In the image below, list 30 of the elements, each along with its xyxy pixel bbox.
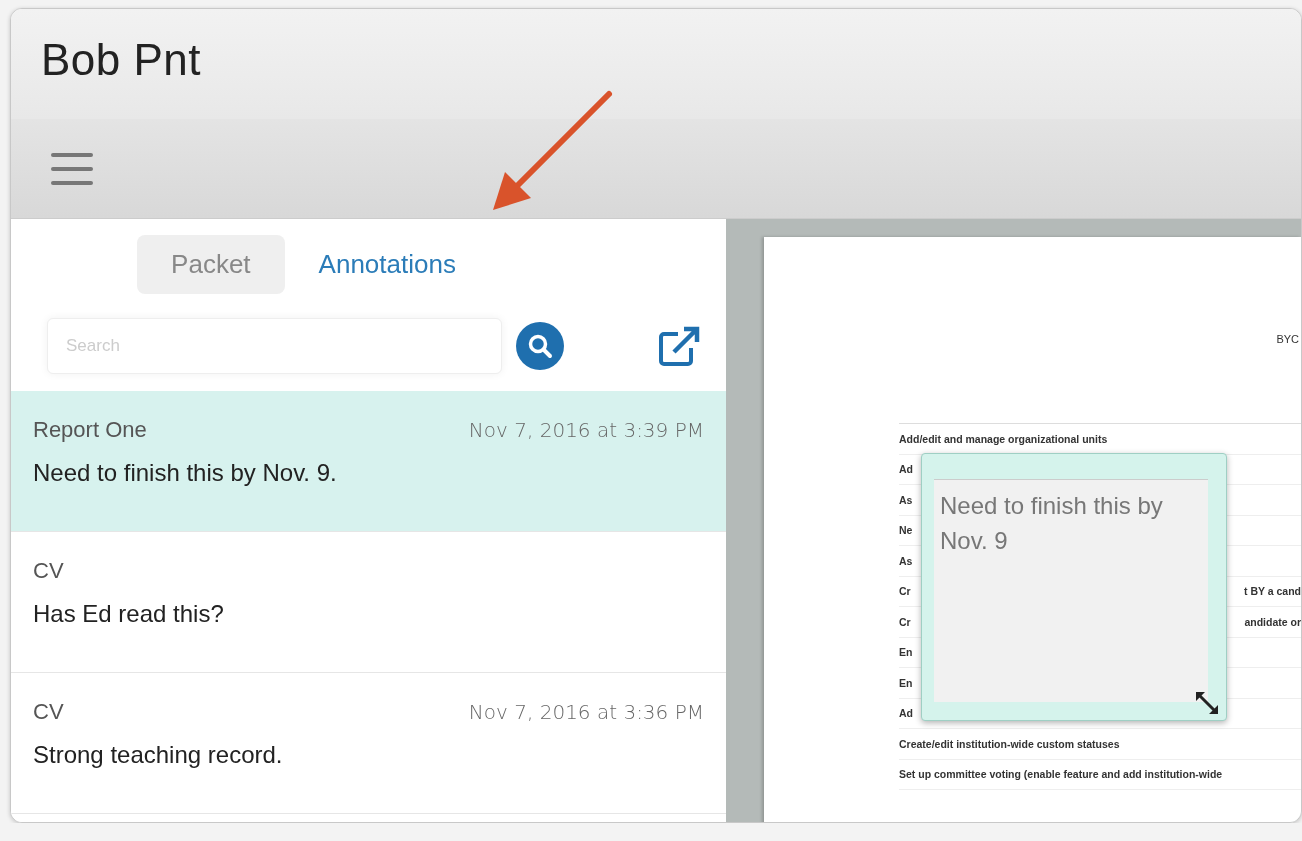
search-button[interactable]	[516, 322, 564, 370]
document-text: Ad	[899, 707, 913, 720]
document-text: Cr	[899, 615, 911, 628]
annotation-date: Nov 7, 2016 at 3:39 PM	[468, 418, 704, 442]
annotation-source: Report One	[33, 417, 147, 443]
document-text: Ne	[899, 524, 913, 537]
resize-icon[interactable]	[1194, 690, 1220, 716]
external-link-icon[interactable]	[658, 326, 702, 366]
document-text: Create/edit institution-wide custom statuses	[899, 737, 1120, 750]
document-text: Set up committee voting (enable feature and add institution-wide	[899, 768, 1223, 781]
search-icon	[527, 333, 553, 359]
document-text: t BY a cand	[1244, 585, 1301, 598]
document-text: Cr	[899, 585, 911, 598]
document-text: andidate or	[1244, 615, 1301, 628]
annotation-source: CV	[33, 558, 64, 584]
document-text: As	[899, 493, 913, 506]
document-text: Ad	[899, 463, 913, 476]
annotation-text: Need to finish this by Nov. 9.	[33, 459, 338, 487]
document-text: Add/edit and manage organizational units	[899, 432, 1108, 445]
document-text: As	[899, 554, 913, 567]
annotation-date: Nov 7, 2016 at 3:36 PM	[468, 700, 704, 724]
annotation-text: Has Ed read this?	[33, 600, 225, 628]
document-text: BYC	[1276, 333, 1299, 345]
page-title: Bob Pnt	[41, 35, 202, 85]
annotation-source: CV	[33, 699, 64, 725]
annotation-item[interactable]: Report One Nov 7, 2016 at 3:39 PM Need to finish this by Nov. 9.	[11, 391, 726, 532]
note-text-area[interactable]: Need to finish this by Nov. 9	[934, 479, 1208, 702]
document-text: En	[899, 646, 913, 659]
document-text: En	[899, 676, 913, 689]
annotation-text: Strong teaching record.	[33, 741, 284, 769]
